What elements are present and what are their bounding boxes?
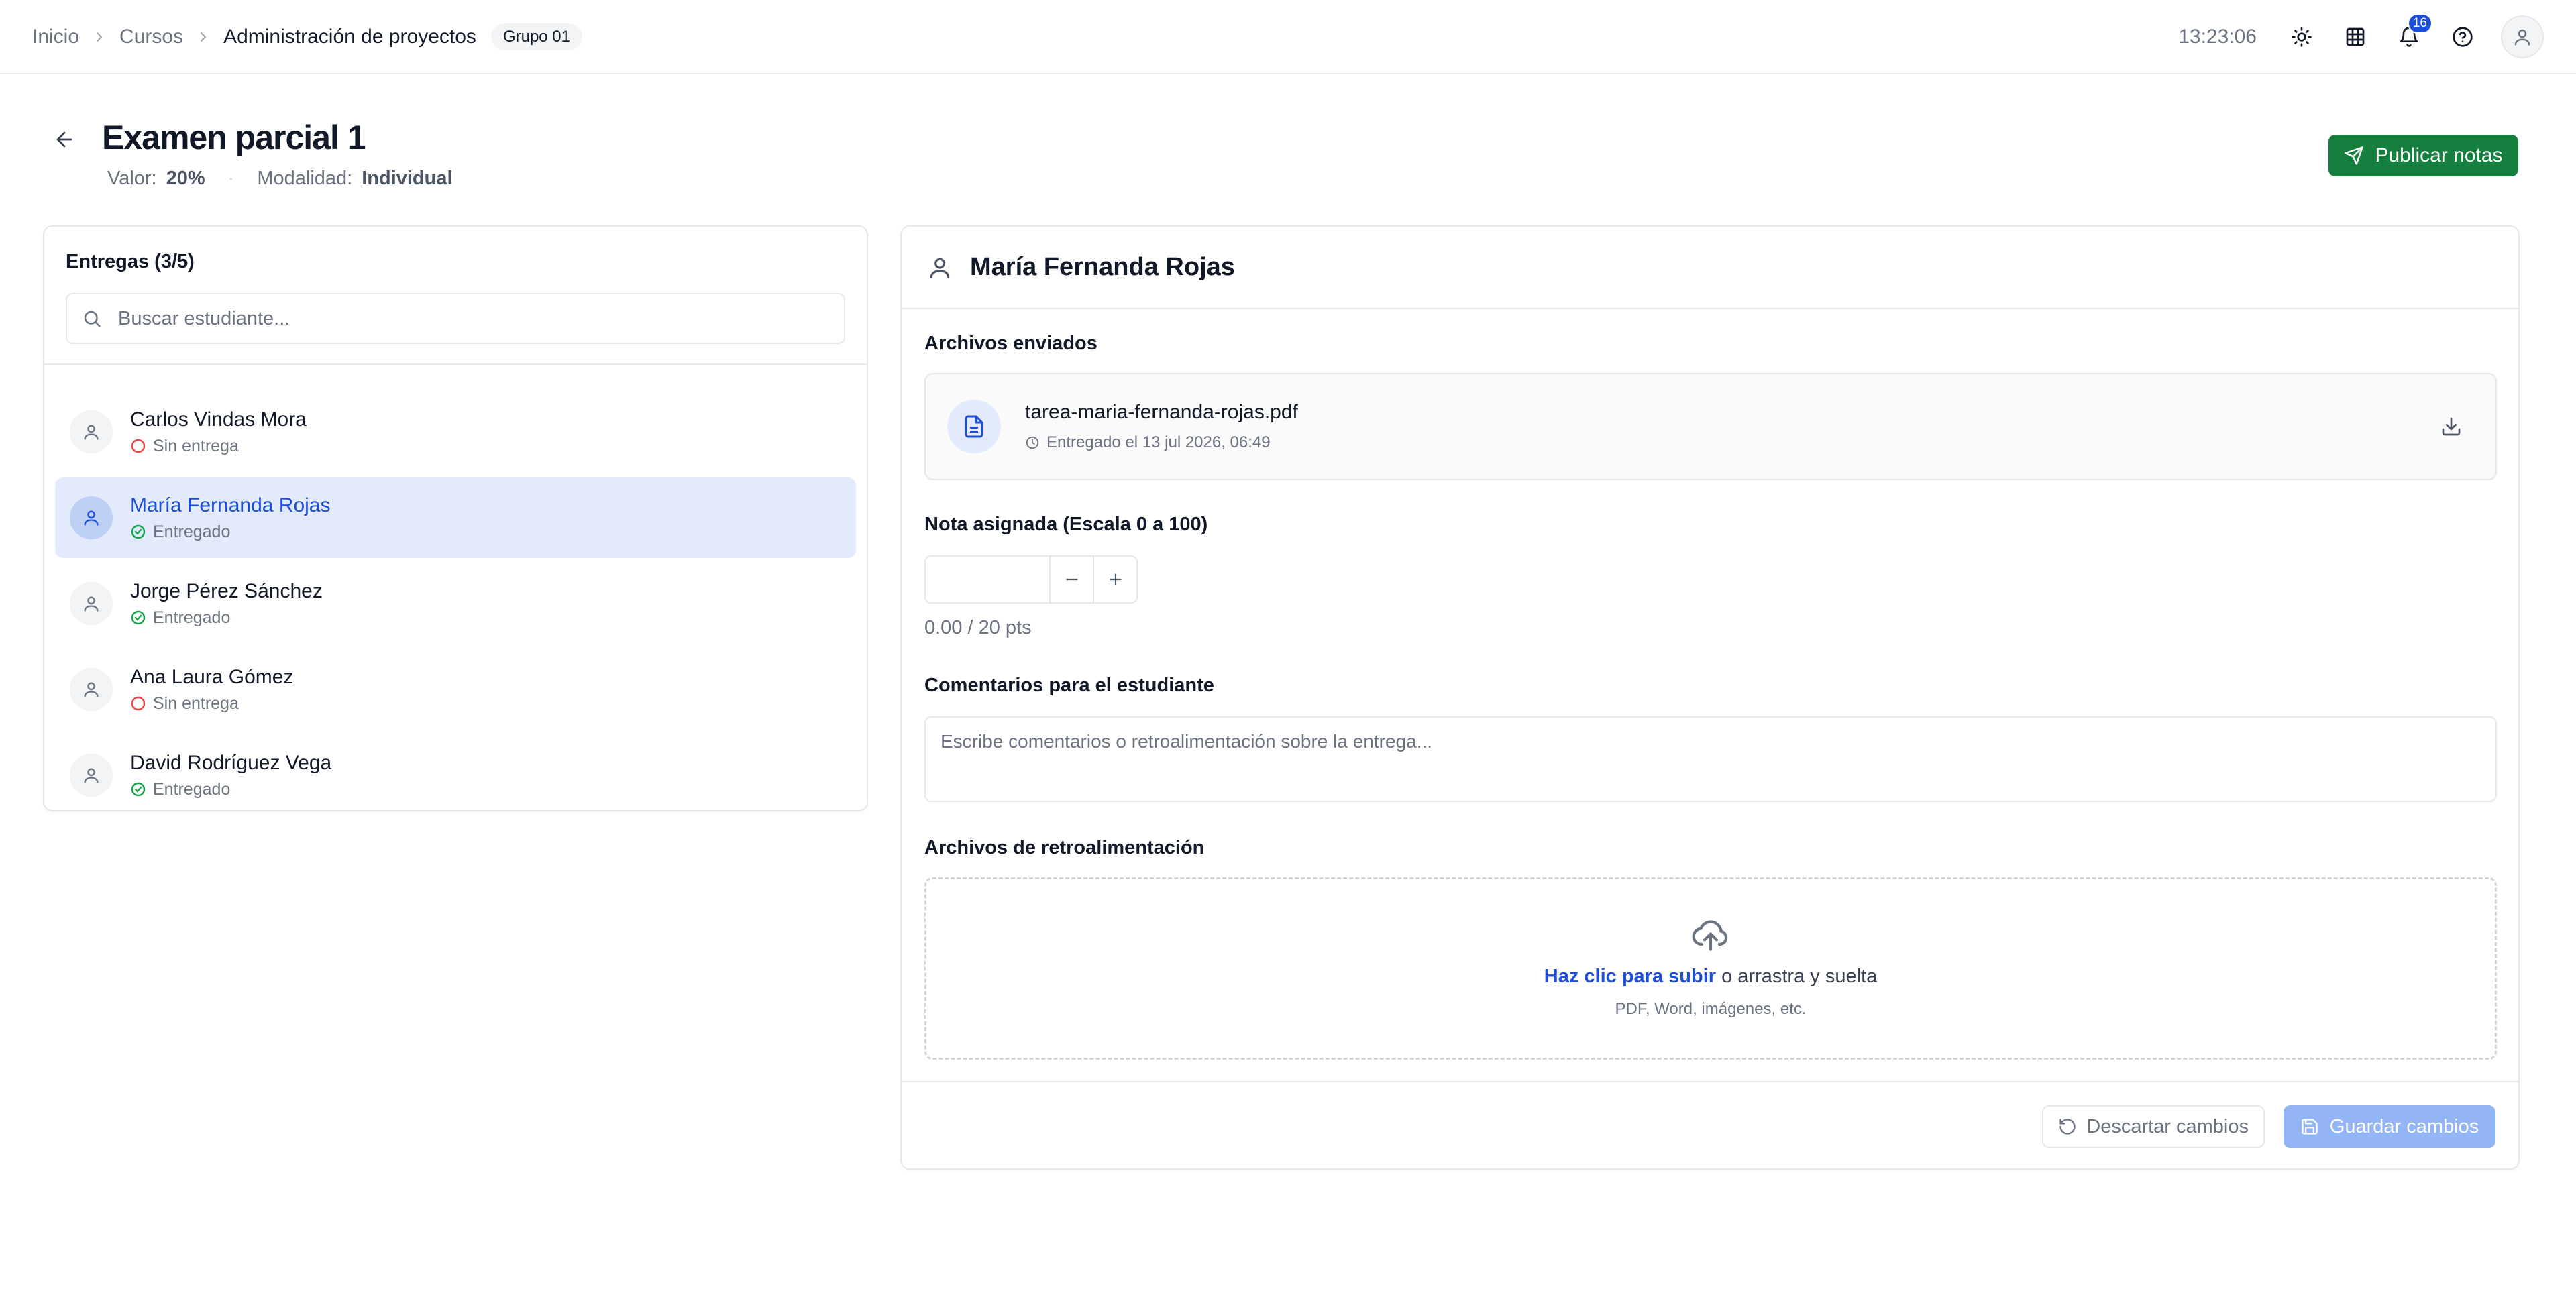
submission-status: Entregado bbox=[130, 780, 331, 799]
modality-label: Modalidad: bbox=[257, 168, 353, 189]
notification-count-badge: 16 bbox=[2407, 13, 2432, 34]
chevron-right-icon bbox=[91, 29, 107, 45]
status-label: Entregado bbox=[153, 522, 231, 541]
grade-input[interactable] bbox=[926, 557, 1049, 602]
save-changes-button[interactable]: Guardar cambios bbox=[2284, 1105, 2496, 1148]
search-icon bbox=[82, 308, 102, 329]
undo-rotate-icon bbox=[2058, 1117, 2077, 1136]
student-name: Ana Laura Gómez bbox=[130, 665, 294, 688]
grade-label: Nota asignada (Escala 0 a 100) bbox=[924, 514, 1208, 535]
selected-student-name: María Fernanda Rojas bbox=[970, 253, 1235, 281]
value-amount: 20% bbox=[166, 168, 205, 189]
student-name: David Rodríguez Vega bbox=[130, 751, 332, 774]
publish-grades-button[interactable]: Publicar notas bbox=[2328, 135, 2518, 176]
send-icon bbox=[2344, 146, 2364, 166]
user-icon bbox=[70, 496, 113, 539]
submission-status: Sin entrega bbox=[130, 694, 293, 714]
user-avatar[interactable] bbox=[2501, 15, 2544, 58]
file-name[interactable]: tarea-maria-fernanda-rojas.pdf bbox=[1025, 401, 1298, 424]
student-row[interactable]: David Rodríguez Vega Entregado bbox=[55, 735, 856, 815]
user-icon bbox=[70, 582, 113, 625]
discard-changes-button[interactable]: Descartar cambios bbox=[2042, 1105, 2265, 1148]
clock-icon bbox=[1025, 435, 1040, 450]
grade-stepper bbox=[924, 555, 1138, 604]
check-circle-icon bbox=[130, 610, 146, 626]
check-circle-icon bbox=[130, 781, 146, 797]
not-submitted-circle-icon bbox=[130, 438, 146, 454]
back-arrow-icon[interactable] bbox=[48, 123, 80, 156]
group-badge: Grupo 01 bbox=[490, 23, 583, 50]
breadcrumb-current: Administración de proyectos bbox=[223, 25, 476, 48]
user-icon bbox=[70, 410, 113, 453]
chevron-right-icon bbox=[195, 29, 211, 45]
modality-value: Individual bbox=[362, 168, 453, 189]
discard-changes-label: Descartar cambios bbox=[2086, 1115, 2249, 1137]
grid-apps-icon[interactable] bbox=[2340, 21, 2371, 52]
page-title: Examen parcial 1 bbox=[102, 119, 366, 156]
student-name: María Fernanda Rojas bbox=[130, 494, 331, 516]
upload-link[interactable]: Haz clic para subir bbox=[1544, 966, 1716, 987]
save-disk-icon bbox=[2300, 1117, 2319, 1136]
save-changes-label: Guardar cambios bbox=[2329, 1115, 2479, 1137]
search-input[interactable] bbox=[118, 307, 829, 330]
breadcrumb-home[interactable]: Inicio bbox=[32, 25, 79, 48]
student-row[interactable]: Carlos Vindas Mora Sin entrega bbox=[55, 392, 856, 472]
grading-footer: Descartar cambios Guardar cambios bbox=[902, 1081, 2518, 1170]
meta-separator: · bbox=[227, 168, 235, 189]
submission-status: Entregado bbox=[130, 608, 323, 628]
file-date-label: Entregado el 13 jul 2026, 06:49 bbox=[1046, 433, 1271, 451]
help-circle-icon[interactable] bbox=[2447, 21, 2478, 52]
clock: 13:23:06 bbox=[2178, 25, 2257, 48]
breadcrumb-courses[interactable]: Cursos bbox=[119, 25, 183, 48]
status-label: Sin entrega bbox=[153, 693, 239, 713]
upload-dropzone[interactable]: Haz clic para subir o arrastra y suelta … bbox=[924, 877, 2497, 1060]
student-row[interactable]: Jorge Pérez Sánchez Entregado bbox=[55, 563, 856, 644]
submissions-panel: Entregas (3/5) Carlos Vindas Mora Sin en… bbox=[43, 225, 868, 811]
top-bar: Inicio Cursos Administración de proyecto… bbox=[0, 0, 2576, 74]
file-icon bbox=[947, 400, 1001, 453]
download-icon[interactable] bbox=[2436, 412, 2466, 441]
points-readout: 0.00 / 20 pts bbox=[924, 617, 1032, 638]
grading-panel: María Fernanda Rojas Archivos enviados t… bbox=[900, 225, 2520, 1170]
value-label: Valor: bbox=[107, 168, 157, 189]
notifications-bell-icon[interactable]: 16 bbox=[2394, 13, 2432, 52]
student-name: Jorge Pérez Sánchez bbox=[130, 579, 323, 602]
feedback-files-label: Archivos de retroalimentación bbox=[924, 837, 1205, 858]
grading-panel-header: María Fernanda Rojas bbox=[902, 227, 2518, 309]
breadcrumb: Inicio Cursos Administración de proyecto… bbox=[32, 23, 583, 50]
user-icon bbox=[70, 668, 113, 711]
user-icon bbox=[927, 255, 953, 280]
cloud-upload-icon bbox=[1690, 915, 1731, 956]
increment-plus-icon[interactable] bbox=[1093, 557, 1136, 602]
assignment-meta: Valor: 20% · Modalidad: Individual bbox=[107, 168, 453, 190]
student-row[interactable]: Ana Laura Gómez Sin entrega bbox=[55, 649, 856, 730]
status-label: Entregado bbox=[153, 608, 231, 627]
student-row-selected[interactable]: María Fernanda Rojas Entregado bbox=[55, 477, 856, 558]
decrement-minus-icon[interactable] bbox=[1049, 557, 1093, 602]
student-name: Carlos Vindas Mora bbox=[130, 408, 307, 431]
publish-grades-label: Publicar notas bbox=[2375, 144, 2503, 166]
theme-toggle-sun-icon[interactable] bbox=[2286, 21, 2317, 52]
submission-status: Sin entrega bbox=[130, 437, 307, 456]
upload-instructions: Haz clic para subir o arrastra y suelta bbox=[1544, 966, 1877, 988]
student-search[interactable] bbox=[66, 293, 845, 344]
upload-drag-text: o arrastra y suelta bbox=[1716, 965, 1878, 987]
comments-textarea[interactable] bbox=[924, 716, 2497, 802]
status-label: Sin entrega bbox=[153, 436, 239, 455]
file-submitted-date: Entregado el 13 jul 2026, 06:49 bbox=[1025, 433, 1298, 452]
submitted-file-card: tarea-maria-fernanda-rojas.pdf Entregado… bbox=[924, 373, 2497, 480]
check-circle-icon bbox=[130, 524, 146, 540]
upload-hint: PDF, Word, imágenes, etc. bbox=[1615, 999, 1807, 1018]
status-label: Entregado bbox=[153, 779, 231, 799]
comments-label: Comentarios para el estudiante bbox=[924, 675, 1214, 696]
submitted-files-label: Archivos enviados bbox=[924, 333, 1097, 354]
user-icon bbox=[70, 754, 113, 797]
submission-status: Entregado bbox=[130, 522, 330, 542]
not-submitted-circle-icon bbox=[130, 695, 146, 712]
submissions-title: Entregas (3/5) bbox=[66, 251, 195, 272]
student-list: Carlos Vindas Mora Sin entrega María Fer… bbox=[44, 365, 867, 815]
